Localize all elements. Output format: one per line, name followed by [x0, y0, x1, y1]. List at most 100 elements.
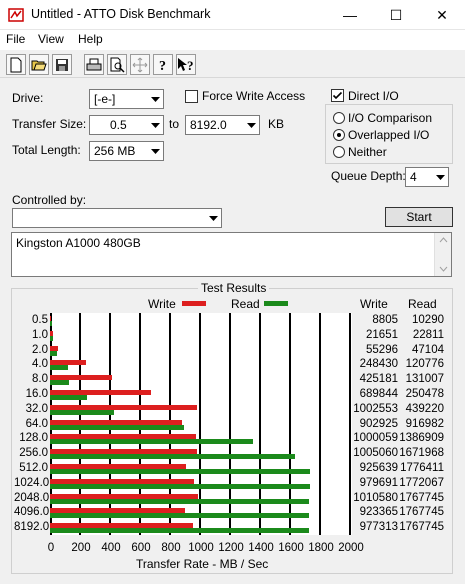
move-icon: [132, 57, 148, 72]
transfer-size-label: 2.0: [32, 343, 48, 356]
transfer-size-label: 1.0: [32, 328, 48, 341]
results-title: Test Results: [198, 281, 270, 295]
menu-view[interactable]: View: [38, 32, 64, 46]
neither-label: Neither: [348, 145, 387, 159]
neither-radio[interactable]: [333, 146, 345, 158]
print-preview-button[interactable]: [107, 54, 127, 75]
x-tick-label: 1800: [308, 542, 334, 554]
minimize-icon: —: [343, 7, 357, 23]
read-value: 1386909: [399, 432, 444, 445]
chevron-down-icon: [147, 116, 163, 134]
description-textarea[interactable]: Kingston A1000 480GB: [11, 232, 452, 277]
queue-depth-select[interactable]: 4: [405, 167, 449, 187]
move-button[interactable]: [130, 54, 150, 75]
overlapped-io-label: Overlapped I/O: [348, 128, 430, 142]
context-help-button[interactable]: ?: [176, 54, 196, 75]
controlled-by-label: Controlled by:: [12, 193, 87, 207]
new-button[interactable]: [6, 54, 26, 75]
read-bar: [50, 380, 70, 386]
direct-io-checkbox[interactable]: [331, 89, 344, 102]
new-icon: [10, 57, 22, 72]
transfer-size-label: 128.0: [19, 432, 48, 445]
transfer-size-label: 512.0: [19, 462, 48, 474]
legend-read-swatch: [264, 301, 288, 306]
transfer-size-from-select[interactable]: 0.5: [89, 115, 164, 135]
x-tick-label: 1400: [248, 542, 274, 554]
results-chart: [50, 313, 352, 535]
drive-select[interactable]: [-e-]: [89, 89, 164, 109]
close-button[interactable]: ✕: [419, 0, 465, 30]
chevron-down-icon: [147, 90, 163, 108]
print-icon: [86, 58, 102, 70]
read-value: 131007: [405, 373, 444, 386]
help-button[interactable]: ?: [153, 54, 173, 75]
chevron-down-icon: [205, 209, 221, 227]
svg-text:?: ?: [159, 59, 166, 73]
read-column-header: Read: [408, 297, 437, 311]
svg-text:?: ?: [187, 58, 194, 73]
read-value: 1776411: [400, 462, 444, 474]
read-value: 22811: [412, 328, 444, 341]
controlled-by-select[interactable]: [12, 208, 222, 228]
start-button[interactable]: Start: [385, 207, 453, 227]
read-bar: [50, 483, 310, 489]
window-title: Untitled - ATTO Disk Benchmark: [31, 7, 211, 21]
transfer-size-label: 2048.0: [14, 491, 50, 504]
maximize-button[interactable]: ☐: [373, 0, 419, 30]
gridline: [319, 313, 321, 535]
save-icon: [56, 58, 68, 71]
read-value: 47104: [412, 343, 444, 356]
print-preview-icon: [110, 57, 125, 73]
legend-write-swatch: [182, 301, 206, 306]
read-bar: [50, 469, 311, 474]
transfer-size-label: Transfer Size:: [12, 117, 87, 131]
total-length-label: Total Length:: [12, 143, 81, 157]
queue-depth-value: 4: [410, 170, 417, 184]
description-text: Kingston A1000 480GB: [16, 236, 141, 250]
overlapped-io-radio[interactable]: [333, 129, 345, 141]
menu-file[interactable]: File: [6, 32, 25, 46]
read-bar: [50, 528, 309, 534]
read-bar: [50, 395, 87, 400]
read-value: 439220: [405, 402, 444, 415]
description-scrollbar[interactable]: [434, 233, 451, 276]
read-value: 250478: [405, 388, 444, 400]
print-button[interactable]: [84, 54, 104, 75]
io-comparison-radio[interactable]: [333, 112, 345, 124]
transfer-to-value: 8192.0: [190, 118, 227, 132]
open-button[interactable]: [29, 54, 49, 75]
transfer-size-label: 0.5: [32, 314, 48, 326]
x-tick-label: 0: [47, 542, 55, 554]
app-icon: [8, 8, 24, 22]
transfer-size-label: 256.0: [19, 447, 48, 460]
maximize-icon: ☐: [389, 6, 403, 23]
x-tick-label: 1000: [188, 542, 214, 554]
read-bar: [50, 335, 54, 341]
save-button[interactable]: [52, 54, 72, 75]
drive-value: [-e-]: [94, 92, 116, 106]
x-axis-label: Transfer Rate - MB / Sec: [136, 557, 269, 571]
minimize-button[interactable]: —: [327, 0, 373, 30]
read-value: 1767745: [399, 506, 444, 519]
transfer-size-label: 1024.0: [14, 476, 50, 489]
force-write-checkbox[interactable]: [185, 90, 198, 103]
transfer-from-value: 0.5: [110, 118, 127, 132]
open-icon: [31, 60, 47, 70]
legend-read-label: Read: [231, 297, 260, 311]
legend-write-label: Write: [148, 297, 176, 311]
transfer-size-label: 16.0: [25, 388, 48, 400]
x-tick-label: 600: [131, 542, 151, 554]
read-value: 1767745: [399, 521, 444, 534]
close-icon: ✕: [436, 6, 448, 23]
io-comparison-label: I/O Comparison: [348, 111, 433, 125]
total-length-select[interactable]: 256 MB: [89, 141, 164, 161]
menu-help[interactable]: Help: [78, 32, 103, 46]
x-tick-label: 200: [71, 542, 91, 554]
x-tick-label: 800: [161, 542, 181, 554]
x-tick-label: 2000: [338, 542, 364, 554]
transfer-size-label: 4096.0: [14, 506, 50, 519]
transfer-unit-label: KB: [268, 117, 285, 131]
chevron-down-icon: [147, 142, 163, 160]
transfer-size-to-select[interactable]: 8192.0: [185, 115, 260, 135]
menu-bar: [0, 30, 465, 50]
